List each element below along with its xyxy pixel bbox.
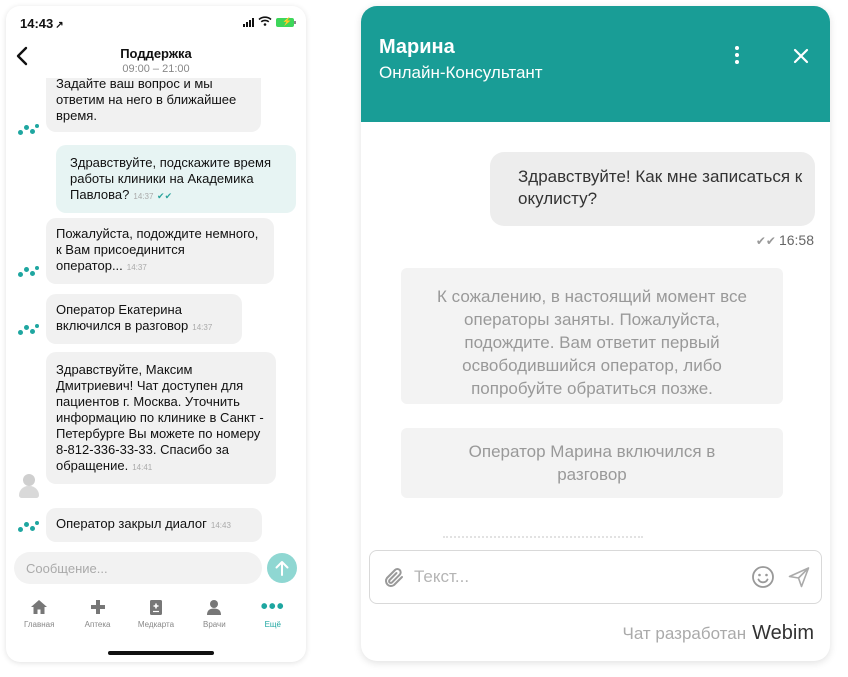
message-time: 14:41 xyxy=(132,463,153,472)
kebab-menu-icon[interactable] xyxy=(730,46,744,68)
bot-logo-icon xyxy=(18,520,40,532)
tab-more[interactable]: ••• Ещё xyxy=(245,597,301,629)
cellular-signal-icon xyxy=(243,17,254,27)
widget-header: Марина Онлайн-Консультант xyxy=(361,6,830,122)
tab-medcard[interactable]: Медкарта xyxy=(128,597,184,629)
chat-header: Поддержка 09:00 – 21:00 xyxy=(6,42,306,82)
message-list[interactable]: Задайте ваш вопрос и мы ответим на него … xyxy=(6,78,306,551)
attach-button[interactable] xyxy=(382,566,406,595)
footer-text: Чат разработан xyxy=(622,623,747,643)
operator-avatar-icon xyxy=(18,474,40,498)
tab-label: Ещё xyxy=(264,620,281,629)
tab-label: Врачи xyxy=(203,620,226,629)
message-text: Оператор закрыл диалог xyxy=(56,516,207,531)
operator-name: Марина xyxy=(379,36,455,58)
close-icon xyxy=(793,48,809,64)
message-incoming: Оператор закрыл диалог 14:43 xyxy=(46,508,262,542)
message-incoming: Задайте ваш вопрос и мы ответим на него … xyxy=(46,78,261,132)
status-bar: 14:43 ↗ ⚡ xyxy=(6,6,306,38)
tab-pharmacy[interactable]: Аптека xyxy=(70,597,126,629)
message-text: Оператор Екатерина включился в разговор xyxy=(56,302,189,333)
status-time-text: 14:43 xyxy=(20,16,54,31)
emoji-button[interactable] xyxy=(751,565,775,594)
webim-logo-text: Webim xyxy=(752,622,814,644)
webim-logo[interactable]: Webim xyxy=(752,622,814,645)
double-check-icon: ✔✔ xyxy=(755,234,776,248)
status-icons: ⚡ xyxy=(243,16,296,28)
operator-role: Онлайн-Консультант xyxy=(379,63,543,82)
message-outgoing: Здравствуйте! Как мне записаться к окули… xyxy=(490,152,815,226)
tab-home[interactable]: Главная xyxy=(11,597,67,629)
tab-label: Главная xyxy=(23,620,55,629)
message-input[interactable] xyxy=(26,560,250,576)
partially-hidden-message xyxy=(443,536,643,542)
message-time: 14:37 xyxy=(192,323,213,332)
plus-icon xyxy=(90,600,105,614)
message-text: Задайте ваш вопрос и мы ответим на него … xyxy=(56,78,237,123)
message-time: 14:37 xyxy=(126,263,147,272)
working-hours: 09:00 – 21:00 xyxy=(122,63,190,75)
medcard-icon xyxy=(149,599,162,615)
system-message: К сожалению, в настоящий момент все опер… xyxy=(401,268,783,404)
widget-composer xyxy=(369,550,822,604)
message-time: ✔✔ 16:58 xyxy=(756,232,814,248)
widget-message-list[interactable]: Здравствуйте! Как мне записаться к окули… xyxy=(361,122,830,542)
home-indicator xyxy=(108,651,214,655)
more-dots-icon: ••• xyxy=(260,596,285,618)
send-icon xyxy=(788,567,810,588)
paperclip-icon xyxy=(385,568,403,587)
bot-logo-icon xyxy=(18,323,40,335)
wifi-icon xyxy=(258,16,272,28)
double-check-icon: ✔✔ xyxy=(157,191,173,201)
chat-widget: Марина Онлайн-Консультант Здравствуйте! … xyxy=(361,6,830,661)
tab-doctors[interactable]: Врачи xyxy=(186,597,242,629)
bot-logo-icon xyxy=(18,123,40,135)
message-composer xyxy=(14,552,262,584)
message-text: Здравствуйте, Максим Дмитриевич! Чат дос… xyxy=(56,362,264,473)
close-button[interactable] xyxy=(793,45,809,69)
send-button[interactable] xyxy=(267,553,297,583)
location-arrow-icon: ↗ xyxy=(55,20,64,31)
message-outgoing: Здравствуйте, подскажите время работы кл… xyxy=(56,145,296,213)
system-message-text: К сожалению, в настоящий момент все опер… xyxy=(437,287,747,398)
status-time: 14:43 ↗ xyxy=(20,16,64,31)
mobile-app-screen: 14:43 ↗ ⚡ Поддержка 09:00 – 21:00 Задайте… xyxy=(6,6,306,662)
message-time: 14:37 xyxy=(133,192,154,201)
message-time-text: 16:58 xyxy=(778,232,814,248)
widget-send-button[interactable] xyxy=(787,565,811,594)
arrow-up-icon xyxy=(275,561,289,576)
message-incoming: Здравствуйте, Максим Дмитриевич! Чат дос… xyxy=(46,352,276,484)
widget-footer: Чат разработан Webim xyxy=(623,622,814,645)
battery-charging-icon: ⚡ xyxy=(276,17,296,27)
bot-logo-icon xyxy=(18,265,40,277)
system-message-text: Оператор Марина включился в разговор xyxy=(468,442,716,484)
doctor-icon xyxy=(207,599,222,615)
system-message: Оператор Марина включился в разговор xyxy=(401,428,783,498)
message-incoming: Пожалуйста, подождите немного, к Вам при… xyxy=(46,218,274,284)
smiley-icon xyxy=(752,566,774,588)
message-time: 14:43 xyxy=(210,521,231,530)
tab-label: Аптека xyxy=(84,620,111,629)
chat-title: Поддержка xyxy=(120,46,192,61)
widget-message-input[interactable] xyxy=(414,563,734,591)
tab-label: Медкарта xyxy=(137,620,175,629)
message-incoming: Оператор Екатерина включился в разговор 1… xyxy=(46,294,242,344)
home-icon xyxy=(31,600,48,614)
message-text: Пожалуйста, подождите немного, к Вам при… xyxy=(56,226,259,273)
tab-bar: Главная Аптека Медкарта Врачи ••• Ещё xyxy=(6,591,306,641)
